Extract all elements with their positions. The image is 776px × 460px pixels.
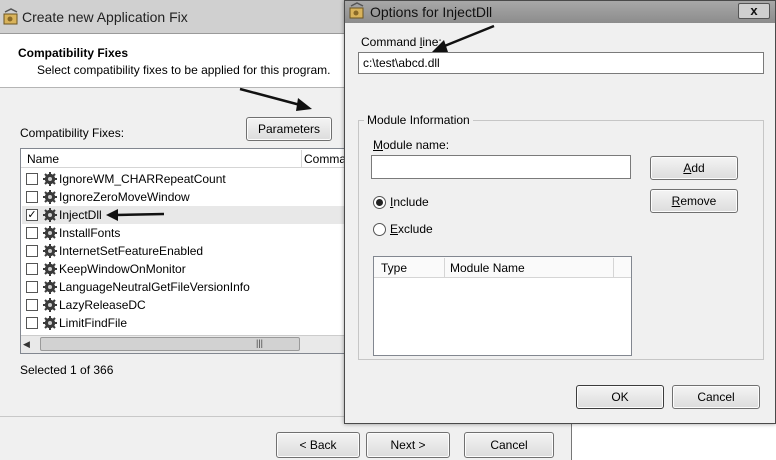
command-line-input[interactable]	[358, 52, 764, 74]
gear-icon	[43, 226, 57, 240]
column-divider[interactable]	[613, 258, 614, 277]
fix-name: IgnoreZeroMoveWindow	[59, 190, 190, 204]
list-item[interactable]: LazyReleaseDC	[22, 296, 353, 314]
gear-icon	[43, 298, 57, 312]
app-fix-icon	[349, 2, 364, 19]
page-subheading: Select compatibility fixes to be applied…	[37, 63, 331, 77]
checkbox[interactable]	[26, 317, 38, 329]
back-button[interactable]: < Back	[276, 432, 360, 458]
column-header-name[interactable]: Name	[27, 152, 59, 166]
page-heading: Compatibility Fixes	[18, 46, 129, 60]
checkbox[interactable]	[26, 263, 38, 275]
checkbox[interactable]	[26, 191, 38, 203]
checkbox[interactable]: ✓	[26, 209, 38, 221]
window-title: Create new Application Fix	[22, 9, 188, 25]
column-header-module-name[interactable]: Module Name	[450, 261, 525, 275]
close-icon[interactable]: x	[738, 3, 770, 19]
list-item[interactable]: InternetSetFeatureEnabled	[22, 242, 353, 260]
arrow-annotation-icon	[432, 24, 495, 52]
fix-name: InjectDll	[59, 208, 102, 222]
selection-count: Selected 1 of 366	[20, 363, 114, 377]
dialog-cancel-button[interactable]: Cancel	[672, 385, 760, 409]
list-item[interactable]: ✓ InjectDll	[22, 206, 353, 224]
checkbox[interactable]	[26, 245, 38, 257]
ok-button[interactable]: OK	[576, 385, 664, 409]
gear-icon	[43, 316, 57, 330]
checkbox[interactable]	[26, 299, 38, 311]
gear-icon	[43, 172, 57, 186]
gear-icon	[43, 262, 57, 276]
scrollbar-grip-icon: |||	[256, 338, 264, 348]
compatibility-fixes-label: Compatibility Fixes:	[20, 126, 125, 140]
fix-name: IgnoreWM_CHARRepeatCount	[59, 172, 226, 186]
arrow-annotation-icon	[106, 209, 165, 221]
exclude-radio[interactable]	[373, 223, 386, 236]
exclude-label[interactable]: Exclude	[390, 222, 433, 236]
list-item[interactable]: InstallFonts	[22, 224, 353, 242]
list-item[interactable]: IgnoreZeroMoveWindow	[22, 188, 353, 206]
fix-name: LazyReleaseDC	[59, 298, 146, 312]
dialog-title: Options for InjectDll	[370, 4, 493, 20]
list-item[interactable]: KeepWindowOnMonitor	[22, 260, 353, 278]
fix-name: LanguageNeutralGetFileVersionInfo	[59, 280, 250, 294]
column-divider[interactable]	[444, 258, 445, 277]
include-label[interactable]: Include	[390, 195, 429, 209]
fix-name: InternetSetFeatureEnabled	[59, 244, 204, 258]
checkbox[interactable]	[26, 173, 38, 185]
gear-icon	[43, 244, 57, 258]
add-button[interactable]: Add	[650, 156, 738, 180]
remove-button[interactable]: Remove	[650, 189, 738, 213]
fix-name: KeepWindowOnMonitor	[59, 262, 186, 276]
module-name-input[interactable]	[371, 155, 631, 179]
checkbox[interactable]	[26, 227, 38, 239]
list-item[interactable]: LanguageNeutralGetFileVersionInfo	[22, 278, 353, 296]
column-header-command[interactable]: Comma	[304, 152, 346, 166]
module-name-label: Module name:	[373, 138, 450, 152]
fix-name: LimitFindFile	[59, 316, 128, 330]
gear-icon	[43, 190, 57, 204]
column-divider[interactable]	[301, 150, 302, 167]
fix-name: InstallFonts	[59, 226, 121, 240]
app-fix-icon	[3, 8, 18, 25]
cancel-button[interactable]: Cancel	[464, 432, 554, 458]
scroll-left-icon[interactable]: ◀	[23, 339, 30, 350]
arrow-annotation-icon	[239, 87, 312, 111]
module-information-label: Module Information	[364, 113, 473, 127]
list-item[interactable]: LimitFindFile	[22, 314, 353, 330]
next-button[interactable]: Next >	[366, 432, 450, 458]
parameters-button[interactable]: Parameters	[246, 117, 332, 141]
gear-icon	[43, 208, 57, 222]
list-item[interactable]: IgnoreWM_CHARRepeatCount	[22, 170, 353, 188]
checkbox[interactable]	[26, 281, 38, 293]
include-radio[interactable]	[373, 196, 386, 209]
gear-icon	[43, 280, 57, 294]
column-header-type[interactable]: Type	[381, 261, 407, 275]
